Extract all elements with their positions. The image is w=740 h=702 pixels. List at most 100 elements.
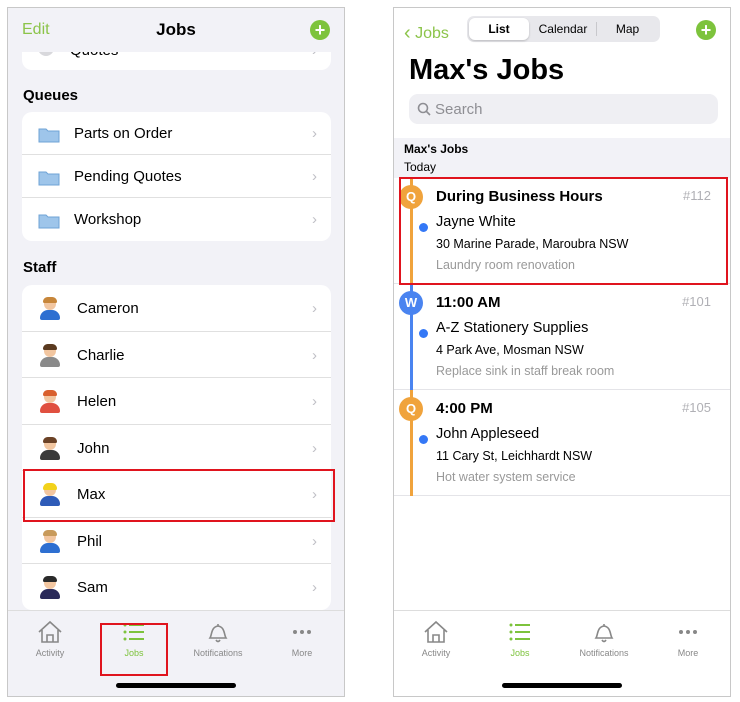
- more-icon: [293, 630, 311, 634]
- add-job-button[interactable]: +: [696, 20, 716, 40]
- nav-bar: Edit Jobs +: [8, 8, 344, 52]
- home-indicator: [116, 683, 236, 688]
- segment-list[interactable]: List: [469, 18, 529, 40]
- jobs-screen: Quotes › Edit Jobs + Queues Parts on Ord…: [7, 7, 345, 697]
- folder-icon: [38, 128, 60, 143]
- staff-header: Staff: [23, 259, 57, 276]
- staff-row[interactable]: Cameron ›: [22, 285, 331, 332]
- tab-more[interactable]: More: [260, 620, 344, 658]
- page-title: Max's Jobs: [409, 54, 565, 86]
- folder-icon: [38, 171, 60, 186]
- job-row[interactable]: Q 4:00 PM #105 John Appleseed 11 Cary St…: [394, 390, 730, 496]
- staff-label: John: [77, 439, 110, 457]
- status-dot: [419, 329, 428, 338]
- avatar-icon: [39, 297, 61, 321]
- tab-label: More: [677, 648, 699, 658]
- job-address: 11 Cary St, Leichhardt NSW: [436, 449, 593, 463]
- view-segmented-control: List Calendar Map: [467, 16, 660, 42]
- chevron-right-icon: ›: [312, 346, 317, 364]
- search-icon: [417, 102, 431, 116]
- tab-label: More: [291, 648, 313, 658]
- staff-label: Sam: [77, 579, 108, 596]
- queue-label: Parts on Order: [74, 125, 173, 142]
- tab-label: Jobs: [510, 648, 530, 658]
- chevron-right-icon: ›: [312, 125, 317, 142]
- staff-label: Helen: [77, 393, 117, 410]
- job-description: Hot water system service: [436, 470, 576, 484]
- house-icon: [38, 620, 62, 643]
- list-icon: [509, 623, 530, 641]
- job-client: John Appleseed: [436, 426, 540, 442]
- staff-row[interactable]: Sam ›: [22, 564, 331, 610]
- tab-label: Notifications: [193, 648, 243, 658]
- staff-label: Cameron: [77, 300, 139, 317]
- avatar-icon: [39, 529, 61, 554]
- tab-notifications[interactable]: Notifications: [176, 620, 260, 658]
- highlight-first-job: [399, 177, 728, 285]
- tab-label: Activity: [421, 648, 451, 658]
- max-jobs-screen: ‹ Jobs List Calendar Map + Max's Jobs Se…: [393, 7, 731, 697]
- tab-jobs[interactable]: Jobs: [478, 620, 562, 658]
- queues-card: Parts on Order › Pending Quotes › Worksh…: [22, 112, 331, 241]
- job-address: 4 Park Ave, Mosman NSW: [436, 343, 584, 357]
- highlight-max-row: [23, 469, 335, 522]
- page-title: Jobs: [156, 20, 196, 39]
- job-number: #101: [682, 294, 711, 309]
- tab-bar: Activity Jobs Notifications More: [8, 610, 344, 696]
- bell-icon: [594, 624, 614, 643]
- tab-label: Activity: [35, 648, 65, 658]
- queues-header: Queues: [23, 87, 79, 104]
- tab-more[interactable]: More: [646, 620, 730, 658]
- add-job-button[interactable]: +: [310, 20, 330, 40]
- queue-row[interactable]: Parts on Order ›: [22, 112, 331, 155]
- tab-activity[interactable]: Activity: [8, 620, 92, 658]
- section-title: Max's Jobs: [404, 142, 469, 156]
- house-icon: [424, 620, 448, 643]
- back-button[interactable]: ‹ Jobs: [404, 21, 449, 44]
- status-dot: [419, 435, 428, 444]
- job-time: 4:00 PM: [436, 400, 493, 417]
- job-type-badge: W: [399, 291, 423, 315]
- chevron-right-icon: ›: [312, 211, 317, 228]
- queue-label: Workshop: [74, 211, 142, 228]
- search-placeholder: Search: [435, 101, 483, 118]
- segment-calendar[interactable]: Calendar: [530, 18, 596, 40]
- staff-row[interactable]: Phil ›: [22, 518, 331, 564]
- avatar-icon: [39, 343, 61, 368]
- chevron-right-icon: ›: [312, 300, 317, 317]
- back-label: Jobs: [415, 25, 449, 42]
- job-client: A-Z Stationery Supplies: [436, 320, 589, 336]
- staff-row[interactable]: Helen ›: [22, 378, 331, 425]
- staff-label: Phil: [77, 532, 103, 550]
- avatar-icon: [39, 390, 61, 414]
- tab-bar: Activity Jobs Notifications More: [394, 610, 730, 696]
- tab-activity[interactable]: Activity: [394, 620, 478, 658]
- chevron-right-icon: ›: [312, 393, 317, 410]
- queue-label: Pending Quotes: [74, 168, 182, 185]
- tab-notifications[interactable]: Notifications: [562, 620, 646, 658]
- job-type-badge: Q: [399, 397, 423, 421]
- chevron-right-icon: ›: [312, 579, 317, 596]
- queue-row[interactable]: Pending Quotes ›: [22, 155, 331, 198]
- section-subtitle: Today: [404, 160, 437, 174]
- chevron-left-icon: ‹: [404, 22, 411, 44]
- staff-row[interactable]: Charlie ›: [22, 332, 331, 378]
- staff-row[interactable]: John ›: [22, 425, 331, 471]
- more-icon: [679, 630, 697, 634]
- job-row[interactable]: W 11:00 AM #101 A-Z Stationery Supplies …: [394, 284, 730, 390]
- chevron-right-icon: ›: [312, 532, 317, 550]
- job-time: 11:00 AM: [436, 294, 501, 311]
- search-input[interactable]: Search: [409, 94, 718, 124]
- tab-label: Notifications: [579, 648, 629, 658]
- section-header: Max's Jobs Today: [394, 138, 730, 178]
- segment-map[interactable]: Map: [597, 18, 658, 40]
- job-number: #105: [682, 400, 711, 415]
- bell-icon: [208, 624, 228, 643]
- staff-label: Charlie: [77, 346, 125, 364]
- chevron-right-icon: ›: [312, 168, 317, 185]
- folder-icon: [38, 214, 60, 229]
- avatar-icon: [39, 576, 61, 600]
- queue-row[interactable]: Workshop ›: [22, 198, 331, 241]
- highlight-jobs-tab: [100, 623, 168, 676]
- home-indicator: [502, 683, 622, 688]
